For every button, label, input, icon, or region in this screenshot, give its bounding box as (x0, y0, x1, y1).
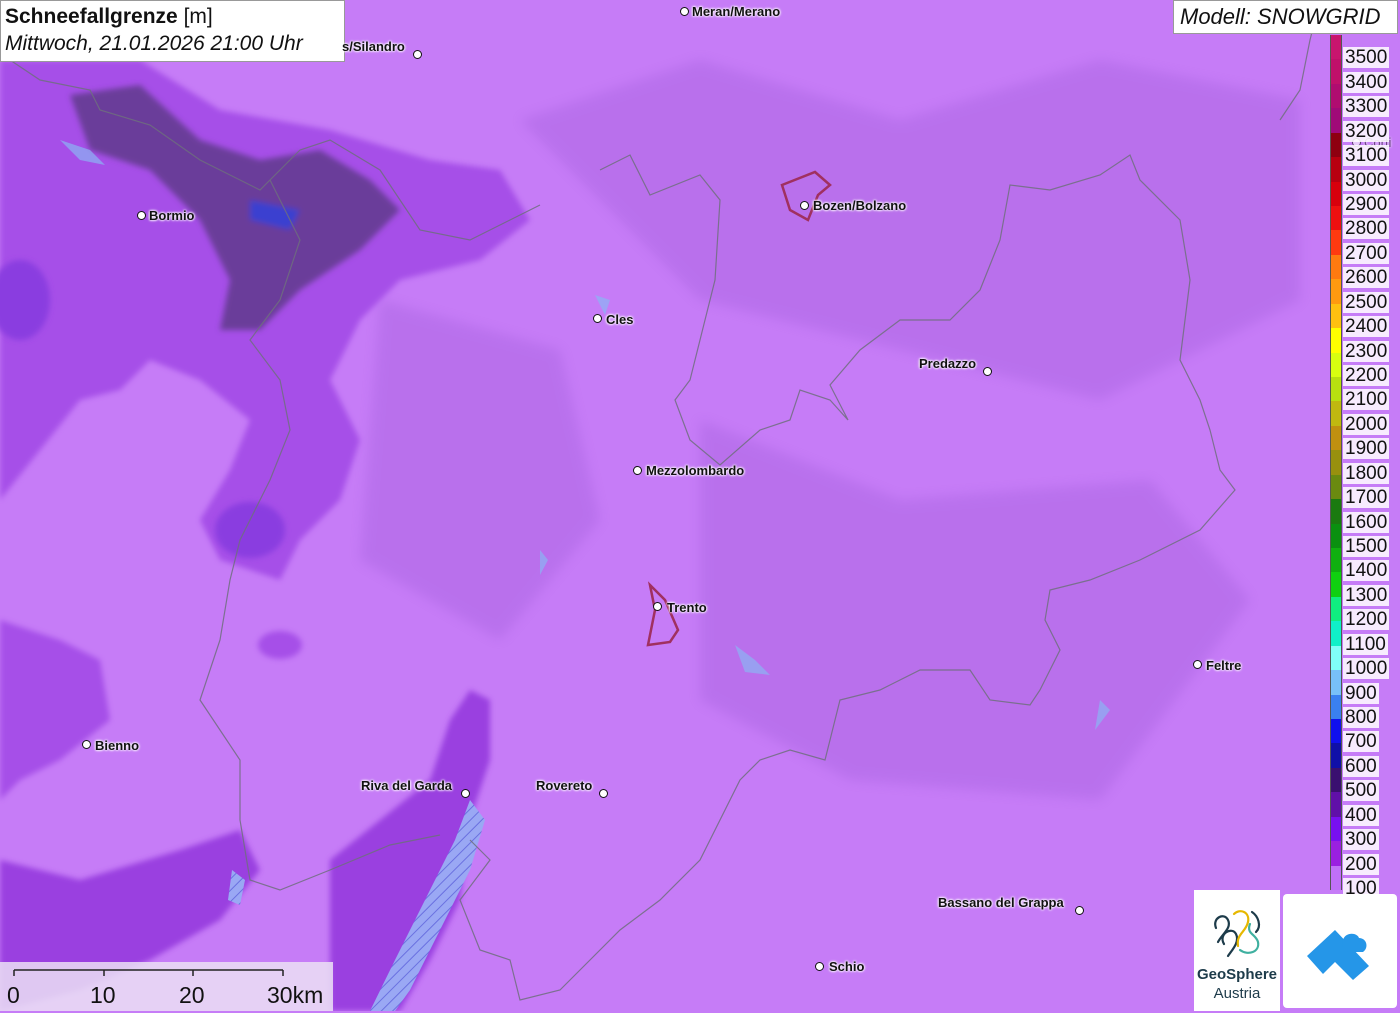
legend-item: 1100 (1328, 611, 1400, 655)
legend-item: 2300 (1328, 318, 1400, 362)
legend-item: 2600 (1328, 245, 1400, 289)
city-dot-mezzolombardo (633, 466, 642, 475)
legend-item: 2900 (1328, 172, 1400, 215)
geosphere-logo[interactable]: GeoSphere Austria (1194, 890, 1280, 1011)
legend-item: 1500 (1328, 514, 1400, 557)
legend-item: 2500 (1328, 269, 1400, 313)
legend-item: 3100 (1328, 123, 1400, 167)
snowfall-map[interactable] (0, 0, 1400, 1011)
city-dot-schio (815, 962, 824, 971)
legend-item: 2100 (1328, 367, 1400, 411)
legend-item: 2400 (1328, 294, 1400, 338)
legend-item: 600 (1328, 733, 1400, 777)
legend-item: 1200 (1328, 587, 1400, 631)
city-label-feltre: Feltre (1206, 658, 1242, 673)
city-label-schio: Schio (829, 959, 865, 974)
city-label-bienno: Bienno (95, 738, 140, 753)
legend-item: 3300 (1328, 74, 1400, 118)
legend-item: 100 (1328, 856, 1400, 899)
city-label-trento: Trento (667, 600, 707, 615)
legend-item: 1000 (1328, 636, 1400, 680)
legend-item: 1800 (1328, 440, 1400, 484)
legend-item: 200 (1328, 831, 1400, 875)
city-dot-rovereto (599, 789, 608, 798)
legend-item: 500 (1328, 758, 1400, 802)
city-dot-meran (680, 7, 689, 16)
city-label-predazzo: Predazzo (919, 356, 977, 371)
map-title-text: Schneefallgrenze (5, 5, 178, 28)
scale-label-0: 0 (7, 982, 20, 1008)
legend-item: 400 (1328, 782, 1400, 826)
legend-swatch (1330, 865, 1342, 890)
legend-item: 900 (1328, 660, 1400, 704)
legend-item: 1700 (1328, 465, 1400, 509)
legend-item: 3000 (1328, 147, 1400, 191)
city-dot-bormio (137, 211, 146, 220)
map-title: Schneefallgrenze [m] (5, 3, 340, 31)
city-label-riva: Riva del Garda (361, 778, 453, 793)
legend-item: 2800 (1328, 196, 1400, 240)
legend-item: 1300 (1328, 562, 1400, 606)
city-dot-cles (593, 314, 602, 323)
scale-bar-ruler (13, 969, 284, 976)
legend-item: 2200 (1328, 343, 1400, 386)
city-label-bassano: Bassano del Grappa (938, 895, 1064, 910)
color-legend: 3500 3400 3300 3200 3100 3000 2900 2800 2700 2600… (1328, 35, 1400, 899)
city-dot-bassano (1075, 906, 1084, 915)
snowgrid-app-icon[interactable] (1283, 894, 1397, 1008)
map-datetime: Mittwoch, 21.01.2026 21:00 Uhr (5, 32, 303, 55)
map-title-box: Schneefallgrenze [m] Mittwoch, 21.01.202… (0, 0, 345, 62)
city-label-bozen: Bozen/Bolzano (813, 198, 907, 213)
city-label-meran: Meran/Merano (692, 4, 781, 19)
map-title-unit: [m] (183, 5, 213, 28)
legend-item: 700 (1328, 709, 1400, 753)
city-label-rovereto: Rovereto (536, 778, 593, 793)
legend-item: 1400 (1328, 538, 1400, 582)
legend-item: 1900 (1328, 416, 1400, 460)
city-label-bormio: Bormio (149, 208, 195, 223)
city-label-silandro: s/Silandro (342, 39, 405, 54)
scale-label-10: 10 (90, 982, 116, 1008)
geosphere-emblem-icon (1214, 910, 1261, 958)
legend-item: 300 (1328, 807, 1400, 851)
legend-item: 3400 (1328, 49, 1400, 93)
scale-bar: 0 10 20 30km (0, 962, 333, 1011)
city-dot-predazzo (983, 367, 992, 376)
city-dot-silandro (413, 50, 422, 59)
legend-item: 1600 (1328, 489, 1400, 533)
mountain-cloud-icon (1307, 930, 1369, 980)
city-dot-trento (653, 602, 662, 611)
city-label-mezzolombardo: Mezzolombardo (646, 463, 745, 478)
legend-item: 3500 (1328, 25, 1400, 69)
geosphere-logo-country: Austria (1213, 985, 1261, 1002)
legend-item: 2000 (1328, 391, 1400, 435)
city-dot-bienno (82, 740, 91, 749)
legend-item: 2700 (1328, 220, 1400, 264)
city-dot-bozen (800, 201, 809, 210)
scale-label-30km: 30km (267, 982, 324, 1008)
geosphere-logo-name: GeoSphere (1196, 966, 1278, 983)
city-dot-riva (461, 789, 470, 798)
city-label-cles: Cles (606, 312, 634, 327)
city-dot-feltre (1193, 660, 1202, 669)
scale-label-20: 20 (179, 982, 205, 1008)
legend-item: 800 (1328, 685, 1400, 728)
legend-item: 3200 (1328, 98, 1400, 142)
